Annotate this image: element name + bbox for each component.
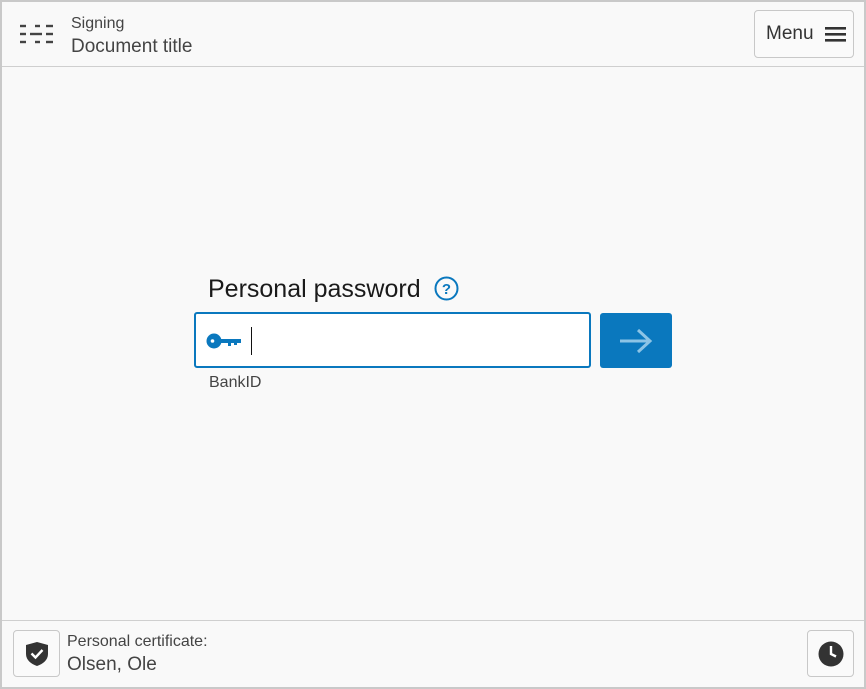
shield-check-icon	[26, 642, 48, 666]
question-mark-icon[interactable]: ?	[434, 276, 459, 301]
password-input[interactable]	[250, 320, 580, 360]
header-bar: Signing Document title Menu	[2, 2, 864, 67]
text-caret	[251, 327, 252, 355]
history-button[interactable]	[807, 630, 854, 677]
certificate-label: Personal certificate:	[67, 633, 208, 650]
footer-bar: Personal certificate: Olsen, Ole	[2, 620, 864, 687]
header-subtitle: Signing	[71, 15, 125, 32]
password-field[interactable]	[194, 312, 591, 368]
document-lines-icon	[20, 24, 53, 44]
submit-button[interactable]	[600, 313, 672, 368]
bankid-window: Signing Document title Menu Personal pas…	[0, 0, 866, 689]
certificate-holder-name: Olsen, Ole	[67, 654, 157, 675]
clock-icon	[818, 641, 844, 667]
menu-button[interactable]: Menu	[754, 10, 854, 58]
arrow-right-icon	[620, 328, 653, 354]
menu-button-label: Menu	[766, 23, 814, 44]
certificate-button[interactable]	[13, 630, 60, 677]
method-label: BankID	[209, 374, 262, 391]
document-title: Document title	[71, 36, 193, 57]
key-icon	[206, 333, 241, 349]
password-label: Personal password	[208, 275, 421, 303]
hamburger-icon	[825, 27, 846, 42]
svg-text:?: ?	[442, 281, 451, 298]
